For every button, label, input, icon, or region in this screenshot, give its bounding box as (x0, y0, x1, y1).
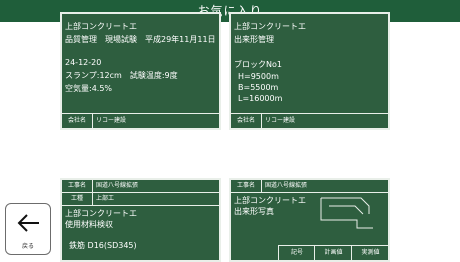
card-line: スランプ:12cm 試験温度:9度 (65, 71, 178, 80)
card-line: 上部コンクリートエ (65, 22, 137, 31)
card-line: 上部コンクリートエ (65, 209, 137, 218)
favorite-card-3[interactable]: 工事名 国道八号線拡張 工種 上部工 上部コンクリートエ 使用材料検収 鉄筋 D… (60, 178, 221, 262)
back-button-label: 戻る (21, 243, 34, 250)
card-line: 出来形写真 (234, 207, 274, 216)
footer-key: 会社名 (231, 114, 262, 128)
footer-value: リコー建設 (96, 117, 127, 124)
card-header-row: 工事名 国道八号線拡張 (231, 180, 388, 193)
card-header-row: 工種 上部工 (62, 193, 219, 206)
table-header-cell: 計画値 (314, 246, 352, 260)
favorite-card-4[interactable]: 工事名 国道八号線拡張 上部コンクリートエ 出来形写真 記号 計画値 実測値 (229, 178, 390, 262)
header-value: 国道八号線拡張 (265, 182, 308, 189)
table-header-cell: 記号 (278, 246, 315, 260)
footer-value: リコー建設 (265, 117, 296, 124)
card-line: 空気量:4.5% (65, 84, 113, 93)
header-key: 工種 (62, 193, 93, 205)
card-line: ブロックNo1 (234, 60, 282, 69)
measurement-table-header: 記号 計画値 実測値 (278, 245, 388, 260)
card-header-row: 工事名 国道八号線拡張 (62, 180, 219, 193)
favorite-card-1[interactable]: 上部コンクリートエ 品質管理 現場試験 平成29年11月11日 24-12-20… (60, 12, 221, 130)
card-line: H=9500m (238, 72, 279, 81)
back-button[interactable]: 戻る (5, 203, 51, 255)
card-footer: 会社名 リコー建設 (231, 113, 388, 128)
card-line: 上部コンクリートエ (234, 22, 306, 31)
header-key: 工事名 (231, 180, 262, 192)
card-footer: 会社名 リコー建設 (62, 113, 219, 128)
header-value: 上部工 (96, 195, 115, 202)
favorite-card-2[interactable]: 上部コンクリートエ 出来形管理 ブロックNo1 H=9500m B=5500m … (229, 12, 390, 130)
card-line: 品質管理 現場試験 平成29年11月11日 (65, 35, 216, 44)
table-header-cell: 実測値 (351, 246, 388, 260)
card-line: B=5500m (238, 83, 279, 92)
footer-key: 会社名 (62, 114, 93, 128)
card-line: 使用材料検収 (65, 220, 113, 229)
card-line: 鉄筋 D16(SD345) (69, 241, 137, 250)
header-value: 国道八号線拡張 (96, 182, 139, 189)
structure-sketch-icon (320, 197, 373, 229)
card-line: L=16000m (238, 94, 283, 103)
card-line: 出来形管理 (234, 35, 274, 44)
arrow-left-icon (17, 214, 39, 232)
header-key: 工事名 (62, 180, 93, 192)
card-line: 24-12-20 (65, 58, 102, 67)
